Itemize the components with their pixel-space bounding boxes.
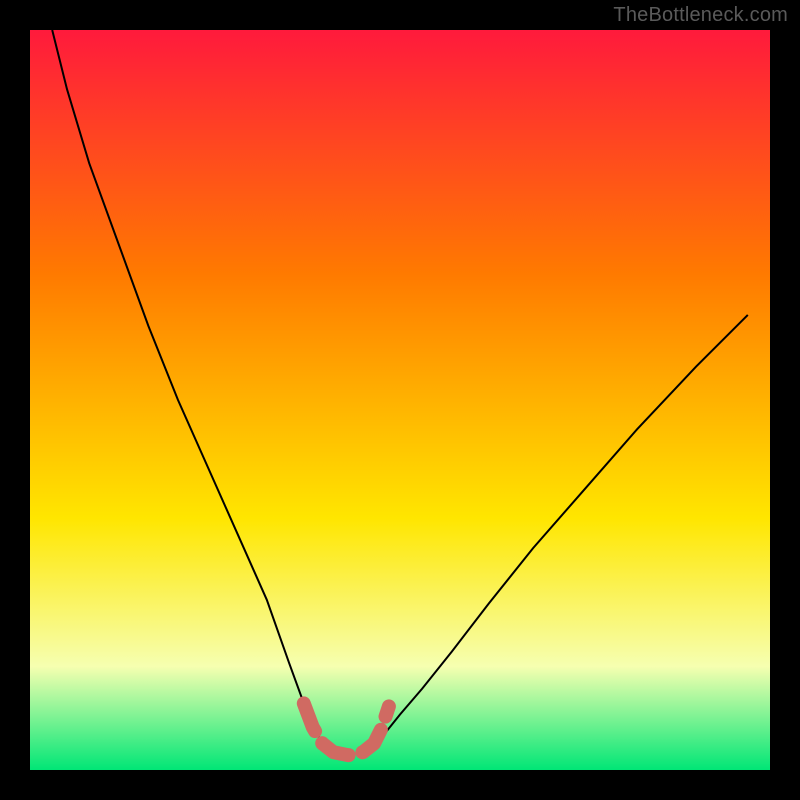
watermark-text: TheBottleneck.com xyxy=(613,4,788,27)
chart-stage: TheBottleneck.com xyxy=(0,0,800,800)
bottleneck-chart xyxy=(0,0,800,800)
plot-background xyxy=(30,30,770,770)
